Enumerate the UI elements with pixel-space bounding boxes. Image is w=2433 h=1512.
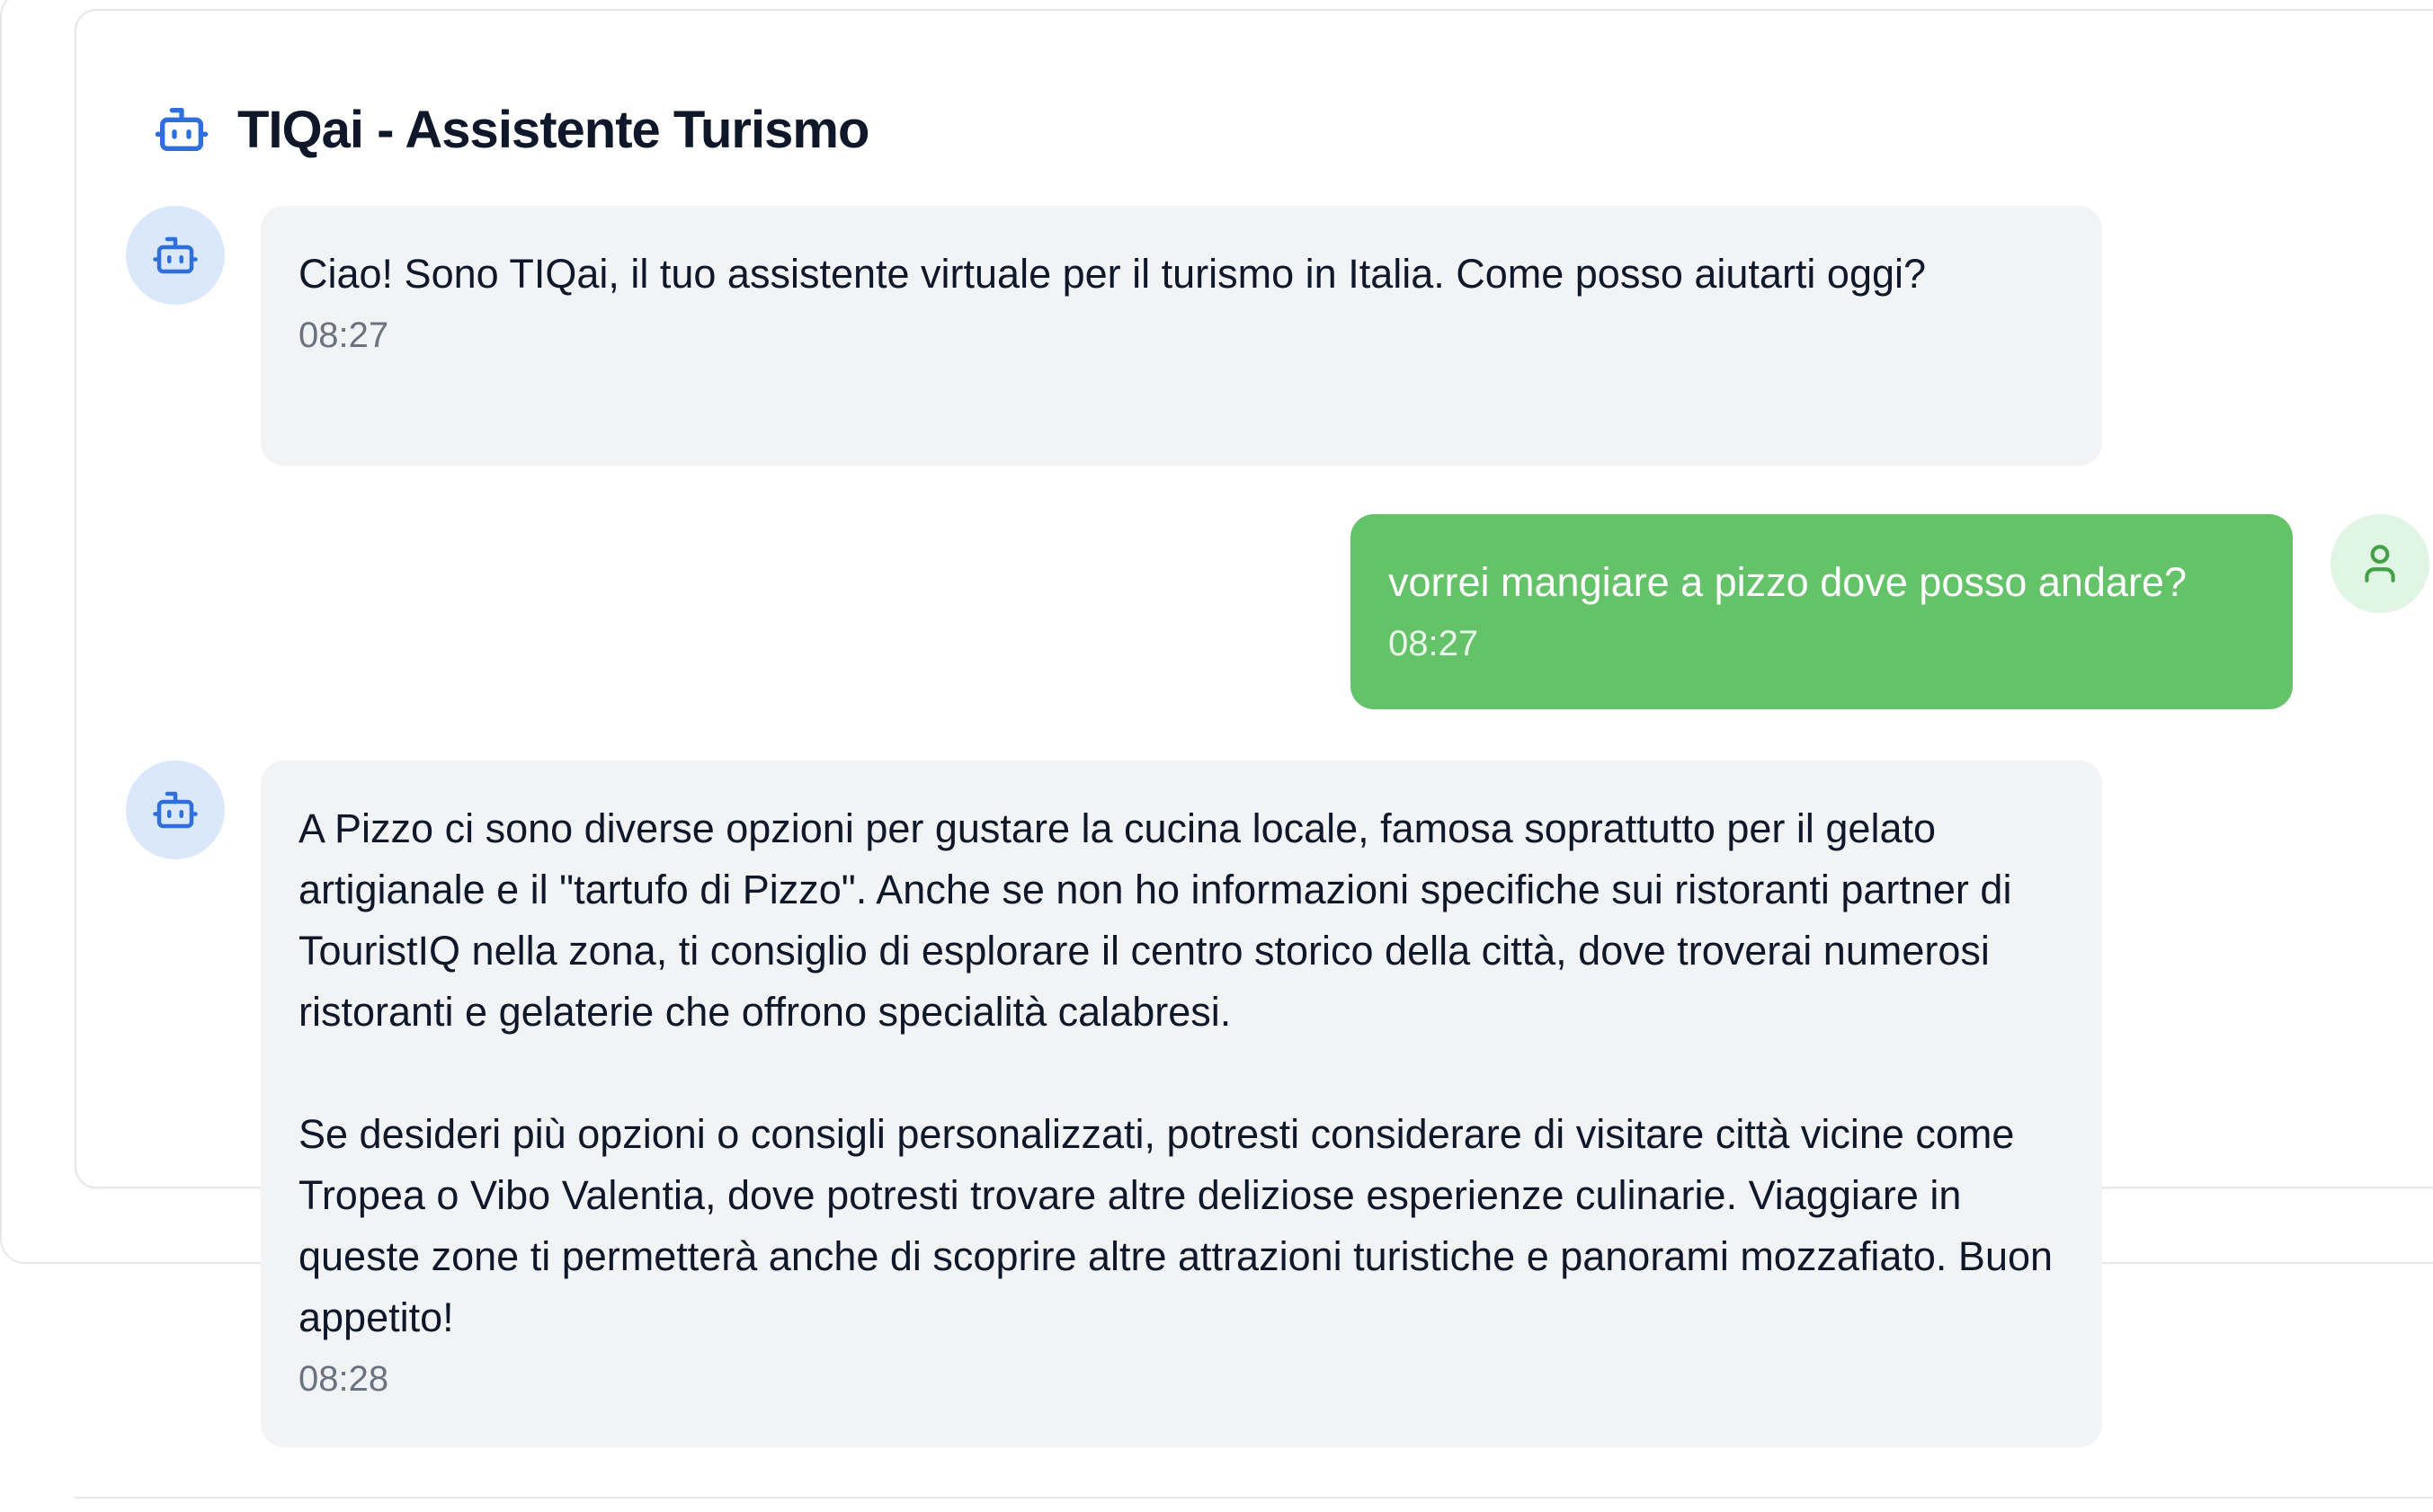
bot-avatar — [126, 760, 225, 859]
user-avatar — [2331, 514, 2429, 613]
user-icon — [2365, 545, 2395, 583]
bot-icon — [151, 99, 212, 160]
bot-icon — [153, 791, 198, 829]
message-text: Ciao! Sono TIQai, il tuo assistente virt… — [299, 251, 1927, 297]
chat-header: TIQai - Assistente Turismo — [151, 93, 869, 165]
page-title: TIQai - Assistente Turismo — [237, 100, 869, 159]
bot-icon — [153, 236, 198, 274]
assistant-message: Ciao! Sono TIQai, il tuo assistente virt… — [261, 206, 2102, 466]
message-timestamp: 08:28 — [299, 1359, 389, 1399]
divider — [75, 1497, 2433, 1499]
message-timestamp: 08:27 — [299, 316, 389, 355]
message-timestamp: 08:27 — [1388, 624, 1479, 663]
bot-avatar — [126, 206, 225, 305]
assistant-message: A Pizzo ci sono diverse opzioni per gust… — [261, 760, 2102, 1447]
user-message: vorrei mangiare a pizzo dove posso andar… — [1350, 514, 2293, 709]
message-text: A Pizzo ci sono diverse opzioni per gust… — [299, 805, 2054, 1340]
message-text: vorrei mangiare a pizzo dove posso andar… — [1388, 559, 2188, 605]
chat-page: TIQai - Assistente Turismo Ciao! Sono TI… — [0, 0, 2433, 1512]
